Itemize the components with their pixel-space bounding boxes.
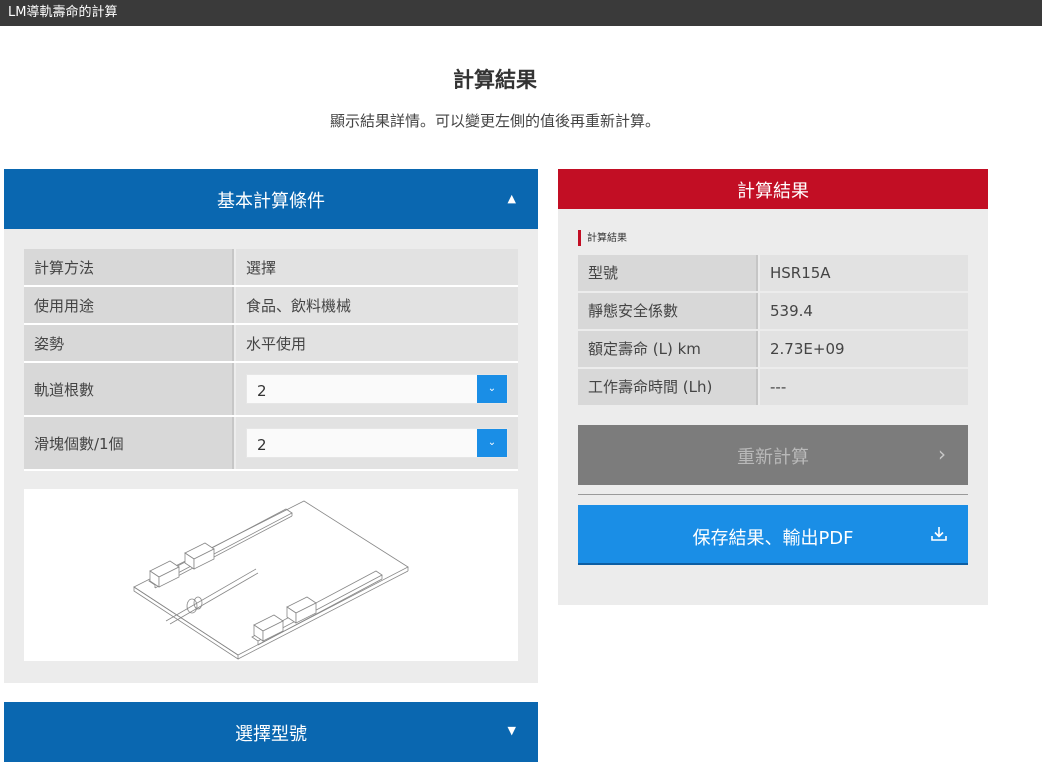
result-row-rated-life: 額定壽命 (L) km 2.73E+09 (578, 331, 968, 367)
save-pdf-button[interactable]: 保存結果、輸出PDF (578, 505, 968, 565)
results-caption: 計算結果 (578, 230, 627, 246)
download-icon (931, 527, 947, 541)
page-subtitle: 顯示結果詳情。可以變更左側的值後再重新計算。 (329, 112, 660, 130)
block-count-selected-value: 2 (257, 436, 267, 454)
condition-row-usage: 使用用途 食品、飲料機械 (24, 287, 518, 325)
result-row-model: 型號 HSR15A (578, 255, 968, 291)
rail-count-select[interactable]: 2 ⌄ (246, 374, 508, 404)
condition-label: 軌道根數 (24, 363, 234, 415)
result-label: 工作壽命時間 (Lh) (578, 369, 758, 405)
window-title: LM導軌壽命的計算 (8, 5, 118, 20)
result-row-static-safety: 靜態安全係數 539.4 (578, 293, 968, 329)
result-value: --- (760, 369, 968, 405)
condition-row-method: 計算方法 選擇 (24, 249, 518, 287)
result-label: 額定壽命 (L) km (578, 331, 758, 367)
condition-value-cell: 2 ⌄ (236, 417, 518, 469)
collapse-caret-icon[interactable]: ▲ (508, 169, 516, 229)
expand-caret-icon[interactable]: ▼ (508, 702, 516, 760)
page-title: 計算結果 (453, 68, 537, 92)
condition-value-cell: 2 ⌄ (236, 363, 518, 415)
result-value: 2.73E+09 (760, 331, 968, 367)
results-panel-header: 計算結果 (558, 169, 988, 209)
condition-row-orientation: 姿勢 水平使用 (24, 325, 518, 363)
condition-value: 選擇 (236, 249, 518, 285)
results-panel: 計算結果 計算結果 型號 HSR15A 靜態安全係數 539.4 額定壽命 (L… (558, 169, 988, 605)
model-selection-title: 選擇型號 (235, 724, 307, 745)
chevron-down-icon[interactable]: ⌄ (477, 375, 507, 403)
condition-label: 使用用途 (24, 287, 234, 323)
condition-row-rail-count: 軌道根數 2 ⌄ (24, 363, 518, 417)
model-selection-header[interactable]: 選擇型號 ▼ (4, 702, 538, 762)
condition-value: 食品、飲料機械 (236, 287, 518, 323)
recalculate-button[interactable]: 重新計算 › (578, 425, 968, 485)
conditions-panel-title: 基本計算條件 (217, 191, 325, 212)
chevron-down-icon[interactable]: ⌄ (477, 429, 507, 457)
divider (578, 494, 968, 495)
result-value: 539.4 (760, 293, 968, 329)
lm-guide-diagram-image (133, 500, 409, 660)
recalculate-button-label: 重新計算 (737, 447, 809, 468)
lm-guide-illustration (24, 489, 518, 661)
rail-count-selected-value: 2 (257, 382, 267, 400)
result-label: 型號 (578, 255, 758, 291)
save-pdf-button-label: 保存結果、輸出PDF (692, 528, 854, 549)
conditions-panel: 基本計算條件 ▲ 計算方法 選擇 使用用途 食品、飲料機械 姿勢 水平使用 軌道… (4, 169, 538, 683)
chevron-right-icon: › (938, 442, 946, 466)
window-title-bar: LM導軌壽命的計算 (0, 0, 1042, 26)
condition-label: 計算方法 (24, 249, 234, 285)
conditions-panel-header[interactable]: 基本計算條件 ▲ (4, 169, 538, 229)
result-row-service-life-hours: 工作壽命時間 (Lh) --- (578, 369, 968, 405)
condition-row-block-count: 滑塊個數/1個 2 ⌄ (24, 417, 518, 471)
block-count-select[interactable]: 2 ⌄ (246, 428, 508, 458)
result-label: 靜態安全係數 (578, 293, 758, 329)
result-value: HSR15A (760, 255, 968, 291)
condition-label: 滑塊個數/1個 (24, 417, 234, 469)
condition-label: 姿勢 (24, 325, 234, 361)
condition-value: 水平使用 (236, 325, 518, 361)
